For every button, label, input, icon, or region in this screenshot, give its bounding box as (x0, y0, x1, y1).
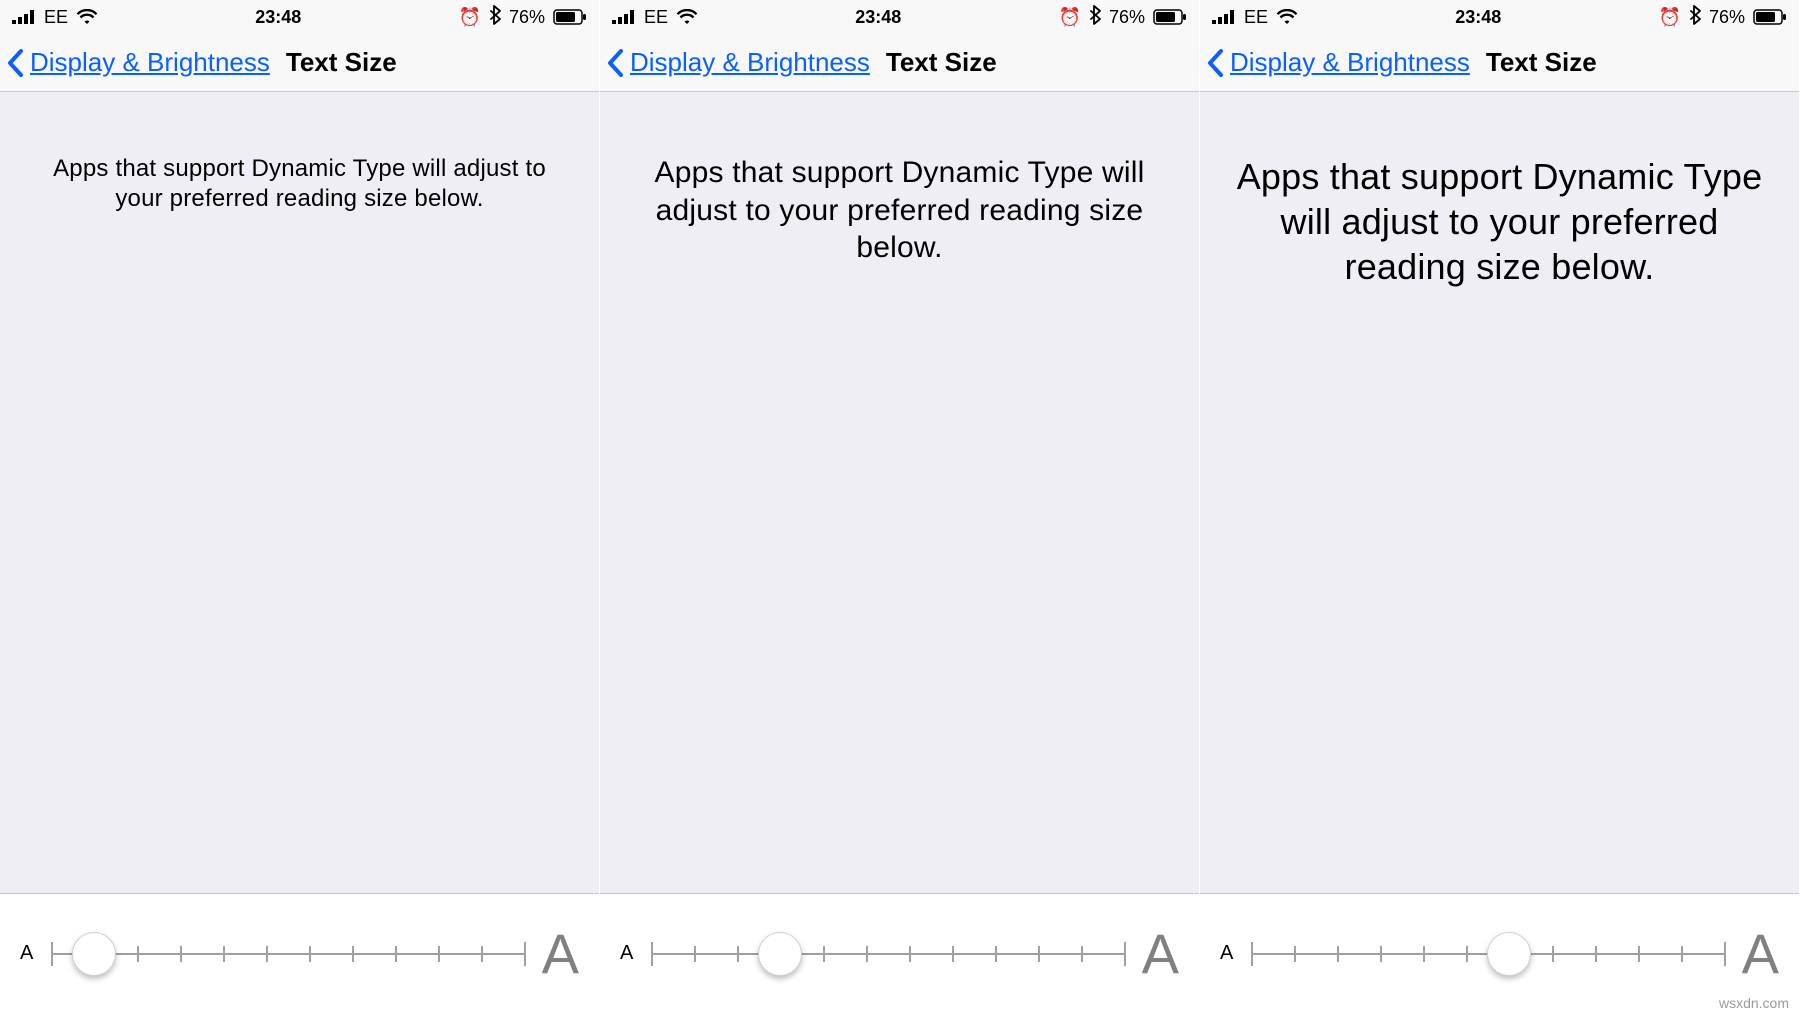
status-bar: EE 23:48 ⏰ 76% (600, 0, 1199, 34)
phone-screen-2: EE 23:48 ⏰ 76% (600, 0, 1200, 1013)
slider-min-label: A (20, 942, 33, 965)
nav-bar: Display & Brightness Text Size (1200, 34, 1799, 92)
back-button[interactable]: Display & Brightness (1230, 47, 1470, 78)
page-title: Text Size (886, 47, 997, 78)
page-title: Text Size (1486, 47, 1597, 78)
battery-icon (553, 9, 587, 25)
wifi-icon (676, 9, 698, 25)
slider-max-label: A (1142, 921, 1179, 986)
chevron-left-icon[interactable] (1206, 48, 1226, 78)
description-text: Apps that support Dynamic Type will adju… (634, 154, 1165, 267)
phone-screen-1: EE 23:48 ⏰ 76% (0, 0, 600, 1013)
slider-thumb[interactable] (758, 932, 802, 976)
watermark: wsxdn.com (1719, 995, 1789, 1011)
signal-icon (12, 10, 36, 24)
battery-icon (1153, 9, 1187, 25)
text-size-slider-bar: A A (0, 893, 599, 1013)
nav-bar: Display & Brightness Text Size (600, 34, 1199, 92)
text-size-slider[interactable] (1251, 924, 1723, 984)
page-title: Text Size (286, 47, 397, 78)
signal-icon (1212, 10, 1236, 24)
slider-min-label: A (1220, 942, 1233, 965)
chevron-left-icon[interactable] (6, 48, 26, 78)
bluetooth-icon (1689, 5, 1701, 30)
text-size-slider[interactable] (651, 924, 1123, 984)
battery-icon (1753, 9, 1787, 25)
phone-screen-3: EE 23:48 ⏰ 76% (1200, 0, 1800, 1013)
slider-thumb[interactable] (72, 932, 116, 976)
slider-max-label: A (1742, 921, 1779, 986)
clock: 23:48 (1455, 7, 1501, 28)
bluetooth-icon (489, 5, 501, 30)
wifi-icon (1276, 9, 1298, 25)
wifi-icon (76, 9, 98, 25)
description-text: Apps that support Dynamic Type will adju… (34, 154, 565, 214)
carrier-label: EE (44, 7, 68, 28)
alarm-icon: ⏰ (1059, 7, 1081, 28)
text-size-slider[interactable] (51, 924, 523, 984)
carrier-label: EE (644, 7, 668, 28)
bluetooth-icon (1089, 5, 1101, 30)
carrier-label: EE (1244, 7, 1268, 28)
alarm-icon: ⏰ (459, 7, 481, 28)
battery-pct: 76% (1109, 7, 1145, 28)
status-bar: EE 23:48 ⏰ 76% (0, 0, 599, 34)
alarm-icon: ⏰ (1659, 7, 1681, 28)
chevron-left-icon[interactable] (606, 48, 626, 78)
back-button[interactable]: Display & Brightness (630, 47, 870, 78)
signal-icon (612, 10, 636, 24)
battery-pct: 76% (1709, 7, 1745, 28)
back-button[interactable]: Display & Brightness (30, 47, 270, 78)
battery-pct: 76% (509, 7, 545, 28)
slider-thumb[interactable] (1487, 932, 1531, 976)
slider-min-label: A (620, 942, 633, 965)
description-text: Apps that support Dynamic Type will adju… (1234, 154, 1765, 289)
nav-bar: Display & Brightness Text Size (0, 34, 599, 92)
text-size-slider-bar: A A (1200, 893, 1799, 1013)
slider-max-label: A (542, 921, 579, 986)
text-size-slider-bar: A A (600, 893, 1199, 1013)
clock: 23:48 (255, 7, 301, 28)
status-bar: EE 23:48 ⏰ 76% (1200, 0, 1799, 34)
clock: 23:48 (855, 7, 901, 28)
